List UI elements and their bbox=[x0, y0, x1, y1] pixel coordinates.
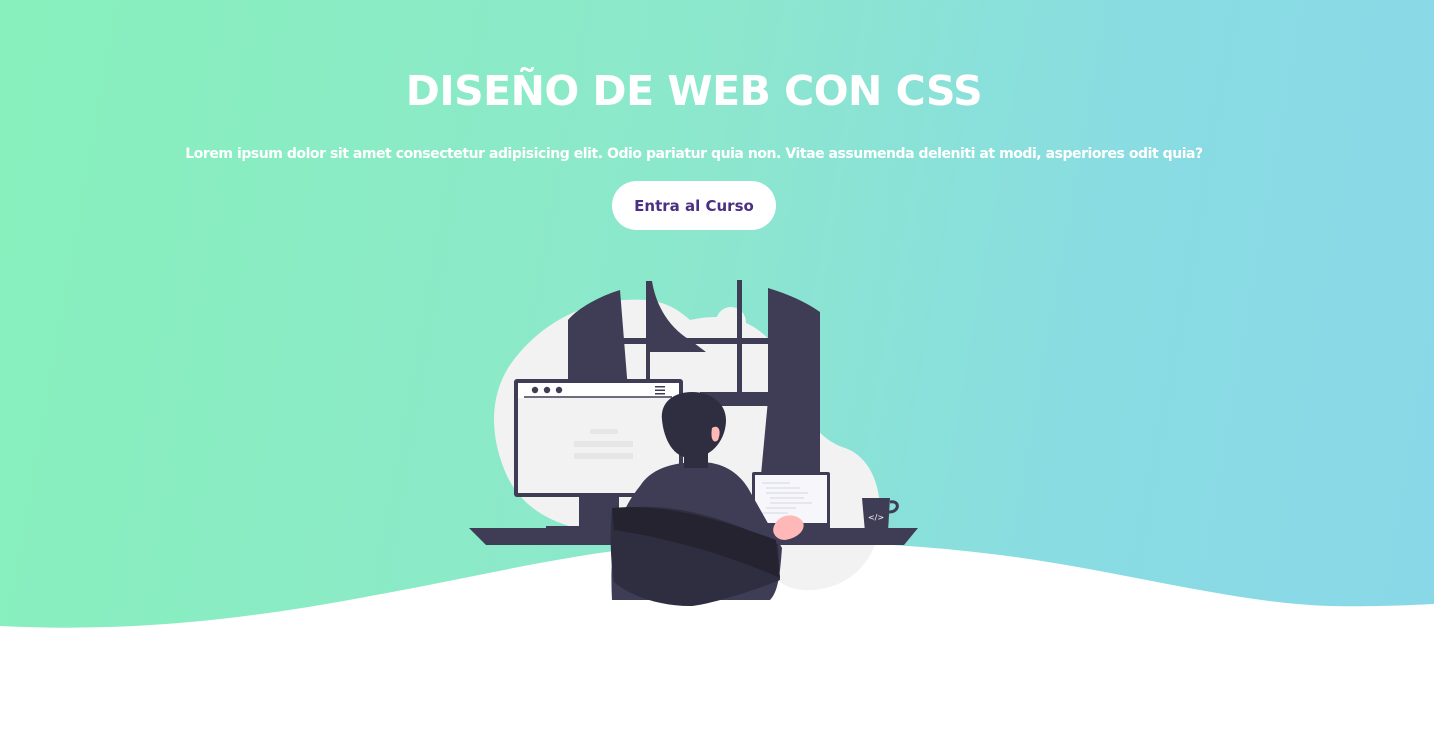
window-crossbar bbox=[622, 338, 770, 344]
hamburger-menu-icon bbox=[655, 389, 665, 391]
hero-title: DISEÑO DE WEB CON CSS bbox=[405, 67, 983, 115]
landing-page: </> DISEÑO DE WEB CON CSS Lorem ipsum do… bbox=[0, 0, 1434, 754]
hamburger-menu-icon bbox=[655, 386, 665, 388]
screen-text-line bbox=[574, 453, 633, 459]
browser-dot-icon bbox=[555, 386, 563, 394]
screen-text-line bbox=[574, 441, 633, 447]
browser-dot-icon bbox=[543, 386, 551, 394]
hamburger-menu-icon bbox=[655, 393, 665, 395]
hero-subtitle: Lorem ipsum dolor sit amet consectetur a… bbox=[185, 146, 1203, 162]
mug-code-symbol: </> bbox=[868, 513, 884, 522]
window-mullion-left bbox=[646, 281, 650, 391]
mug-handle bbox=[888, 500, 899, 514]
screen-text-line bbox=[590, 429, 618, 434]
browser-dot-icon bbox=[531, 386, 539, 394]
window-mullion-right bbox=[737, 280, 742, 398]
enter-course-button[interactable]: Entra al Curso bbox=[612, 181, 776, 230]
left-window-panel bbox=[568, 290, 628, 390]
